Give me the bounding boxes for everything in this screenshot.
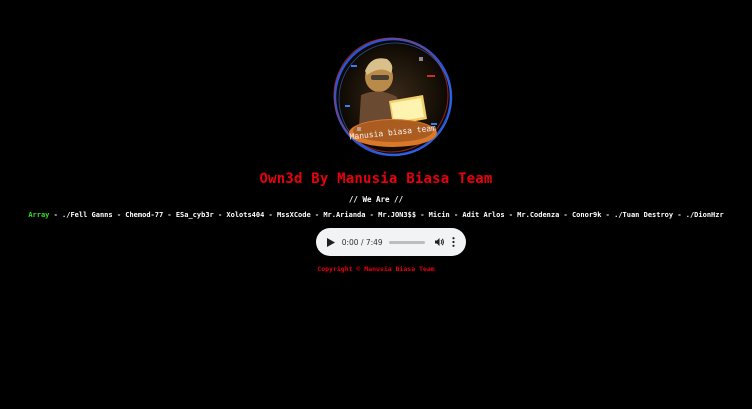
copyright-text: Copyright © Manusia Biasa Team <box>317 265 435 273</box>
volume-icon <box>434 238 444 246</box>
play-button[interactable] <box>326 236 337 248</box>
member-list: Array - ./Fell Ganns - Chemod-77 - ESa_c… <box>0 211 752 219</box>
member-list-names: - ./Fell Ganns - Chemod-77 - ESa_cyb3r -… <box>49 211 724 219</box>
more-options-icon <box>452 237 455 247</box>
more-options-button[interactable] <box>449 236 458 248</box>
volume-button[interactable] <box>434 236 445 248</box>
member-list-highlight: Array <box>28 211 50 219</box>
audio-time: 0:00 / 7:49 <box>341 237 383 247</box>
audio-player[interactable]: 0:00 / 7:49 <box>316 228 466 256</box>
page-title: Own3d By Manusia Biasa Team <box>259 171 493 187</box>
team-logo: Manusia biasa team <box>331 35 455 159</box>
play-icon <box>327 237 336 247</box>
we-are-heading: // We Are // <box>348 195 404 204</box>
page: Manusia biasa team Own3d By Manusia Bias… <box>0 0 752 409</box>
seek-bar[interactable] <box>388 240 426 244</box>
